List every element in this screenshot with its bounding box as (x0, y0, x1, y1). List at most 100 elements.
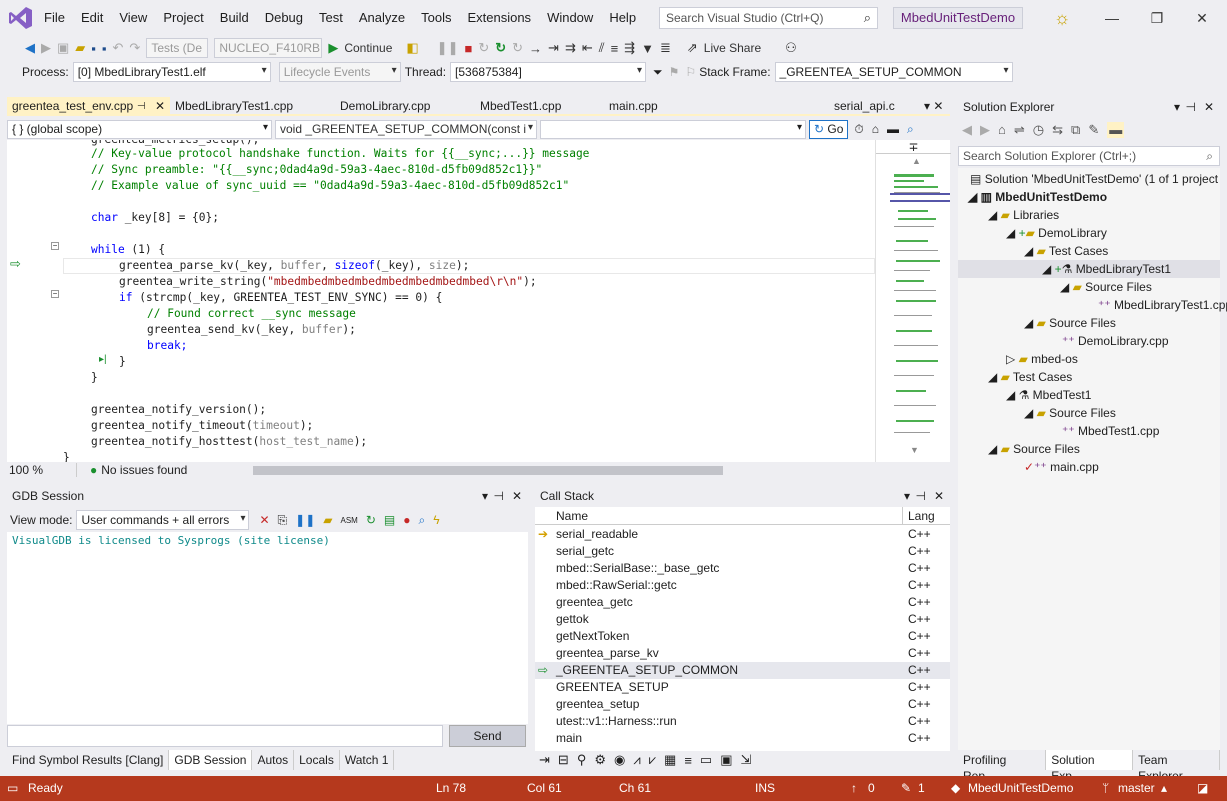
home-icon[interactable]: ⌂ (998, 122, 1006, 138)
refresh-icon[interactable]: ↻ (492, 37, 509, 59)
break-all-icon[interactable]: ❚❚ (434, 37, 462, 59)
restart-icon[interactable]: ↻ (475, 37, 492, 59)
gdb-output[interactable]: VisualGDB is licensed to Sysprogs (site … (7, 532, 528, 724)
close-button[interactable]: ✕ (1187, 6, 1217, 30)
editor-scroll-map[interactable]: ∓ ▲ ▼ (875, 140, 951, 462)
tab-autos[interactable]: Autos (252, 750, 295, 770)
issues-status[interactable]: No issues found (101, 463, 187, 477)
menu-extensions[interactable]: Extensions (459, 0, 539, 36)
menu-help[interactable]: Help (601, 0, 644, 36)
split-icon[interactable]: ∓ (876, 140, 951, 154)
tree-item-solution[interactable]: ▤ Solution 'MbedUnitTestDemo' (1 of 1 pr… (970, 170, 1218, 188)
tree-item-mbedlibrarytest1-cpp[interactable]: ⁺⁺ MbedLibraryTest1.cpp (1098, 296, 1227, 314)
column-name[interactable]: Name (556, 507, 588, 525)
send-button[interactable]: Send (449, 725, 526, 747)
hot-reload-icon[interactable]: ↻ (509, 37, 526, 59)
pin-icon[interactable]: ⊣ (1186, 100, 1196, 114)
table-row[interactable]: utest::v1::Harness::run C++ (535, 713, 950, 730)
output-icon[interactable]: ⇥ (539, 752, 550, 768)
menu-project[interactable]: Project (155, 0, 211, 36)
scroll-up-icon[interactable]: ▲ (912, 156, 921, 166)
indent-icon[interactable]: ⇶ (621, 37, 638, 59)
table-row[interactable]: getNextToken C++ (535, 628, 950, 645)
tree-item-demolibrary-cpp[interactable]: ⁺⁺ DemoLibrary.cpp (1062, 332, 1169, 350)
timer-icon[interactable]: ⏱ (854, 122, 863, 137)
continue-button[interactable]: Continue (341, 37, 395, 59)
table-row[interactable]: ⇨ _GREENTEA_SETUP_COMMON C++ (535, 662, 950, 679)
preview-icon[interactable]: ▬ (1107, 122, 1125, 138)
pause-icon[interactable]: ❚❚ (295, 513, 315, 527)
search-code-icon[interactable]: ⌕ (907, 122, 914, 137)
tab-serial-api[interactable]: serial_api.c (829, 97, 919, 116)
solexp-search-input[interactable]: Search Solution Explorer (Ctrl+;) ⌕ (958, 146, 1220, 166)
new-project-icon[interactable]: ▣ (54, 37, 72, 59)
close-panel-icon[interactable]: ✕ (512, 489, 522, 503)
tree-item-mbedtest1-cpp[interactable]: ⁺⁺ MbedTest1.cpp (1062, 422, 1159, 440)
repository-name[interactable]: MbedUnitTestDemo (968, 776, 1073, 801)
copy-icon[interactable]: ⎘ (278, 513, 288, 528)
close-panel-icon[interactable]: ✕ (934, 489, 944, 503)
tab-main[interactable]: main.cpp (604, 97, 729, 116)
tab-watch-1[interactable]: Watch 1 (340, 750, 395, 770)
tree-item-test-cases[interactable]: ◢ ▰ Test Cases (988, 368, 1072, 386)
save-icon[interactable]: ▪ (88, 37, 99, 59)
clear-icon[interactable]: ✕ (259, 513, 269, 527)
collapse-icon[interactable]: − (51, 242, 59, 250)
menu-window[interactable]: Window (539, 0, 601, 36)
stack-frame-dropdown[interactable]: _GREENTEA_SETUP_COMMON (774, 62, 1013, 82)
tree-item-libraries[interactable]: ◢ ▰ Libraries (988, 206, 1059, 224)
back-icon[interactable]: ◀ (962, 122, 972, 138)
configuration-dropdown[interactable]: Tests (De (146, 38, 209, 58)
tab-greentea-test-env[interactable]: greentea_test_env.cpp ⊣ ✕ (7, 97, 170, 116)
table-row[interactable]: gettok C++ (535, 611, 950, 628)
panel-menu-icon[interactable]: ▾ (482, 489, 488, 503)
tab-solution-explorer[interactable]: Solution Exp... (1046, 750, 1134, 783)
asm-icon[interactable]: ASM (341, 516, 358, 525)
tab-overflow-icon[interactable]: ▾ ✕ (919, 97, 949, 116)
reload-icon[interactable]: ↻ (366, 513, 376, 527)
restore-button[interactable]: ❐ (1142, 6, 1172, 30)
table-row[interactable]: serial_getc C++ (535, 543, 950, 560)
minimize-button[interactable]: — (1097, 6, 1127, 30)
menu-tools[interactable]: Tools (413, 0, 459, 36)
show-next-statement-icon[interactable]: → (526, 37, 545, 59)
window-icon[interactable]: ▭ (700, 752, 712, 768)
go-button[interactable]: ↻ Go (809, 119, 849, 139)
close-panel-icon[interactable]: ✕ (1204, 100, 1214, 114)
collapse-icon[interactable]: − (51, 290, 59, 298)
save-all-icon[interactable]: ▪ (99, 37, 110, 59)
table-row[interactable]: ➔ serial_readable C++ (535, 526, 950, 543)
open-icon[interactable]: ▰ (72, 37, 88, 59)
view-mode-dropdown[interactable]: User commands + all errors (76, 510, 250, 530)
undo-icon[interactable]: ↶ (110, 37, 127, 59)
account-icon[interactable]: ⚇ (782, 37, 800, 59)
step-over-icon[interactable]: ⇉ (562, 37, 579, 59)
breakpoint-icon[interactable]: ● (403, 513, 410, 527)
tab-team-explorer[interactable]: Team Explorer (1133, 750, 1220, 783)
menu-build[interactable]: Build (212, 0, 257, 36)
function-dropdown[interactable]: void _GREENTEA_SETUP_COMMON(const i (275, 119, 537, 139)
platform-dropdown[interactable]: NUCLEO_F410RB (214, 38, 323, 58)
sync-icon[interactable]: ⇆ (1052, 122, 1063, 138)
menu-test[interactable]: Test (311, 0, 351, 36)
tree-item-source-files[interactable]: ◢ ▰ Source Files (1024, 404, 1116, 422)
branch-name[interactable]: master (1118, 776, 1155, 801)
tag-icon[interactable]: ▬ (887, 122, 899, 136)
comment-icon[interactable]: ≣ (657, 37, 674, 59)
horizontal-scrollbar[interactable] (253, 465, 724, 475)
feedback-sun-icon[interactable]: ☼ (1047, 6, 1077, 30)
tab-gdb-session[interactable]: GDB Session (169, 750, 253, 770)
edit-icon[interactable]: ✎ (901, 776, 911, 801)
search-input[interactable]: Search Visual Studio (Ctrl+Q) ⌕ (659, 7, 878, 29)
properties-icon[interactable]: ✎ (1088, 122, 1099, 138)
table-row[interactable]: greentea_setup C++ (535, 696, 950, 713)
tree-item-mbed-os[interactable]: ▷ ▰ mbed-os (1006, 350, 1078, 368)
memory-icon[interactable]: ⊟ (558, 752, 569, 768)
console-icon[interactable]: ▣ (720, 752, 732, 768)
tab-mbedtest1[interactable]: MbedTest1.cpp (475, 97, 604, 116)
code-editor[interactable]: ⇨ − − ▸| greentea_metrics_setup(); // Ke… (7, 140, 875, 462)
process-dropdown[interactable]: [0] MbedLibraryTest1.elf (72, 62, 271, 82)
branch-up-icon[interactable]: ▴ (1161, 776, 1167, 801)
table-row[interactable]: greentea_parse_kv C++ (535, 645, 950, 662)
tree-item-mbedtest1[interactable]: ◢ ⚗ MbedTest1 (1006, 386, 1091, 404)
